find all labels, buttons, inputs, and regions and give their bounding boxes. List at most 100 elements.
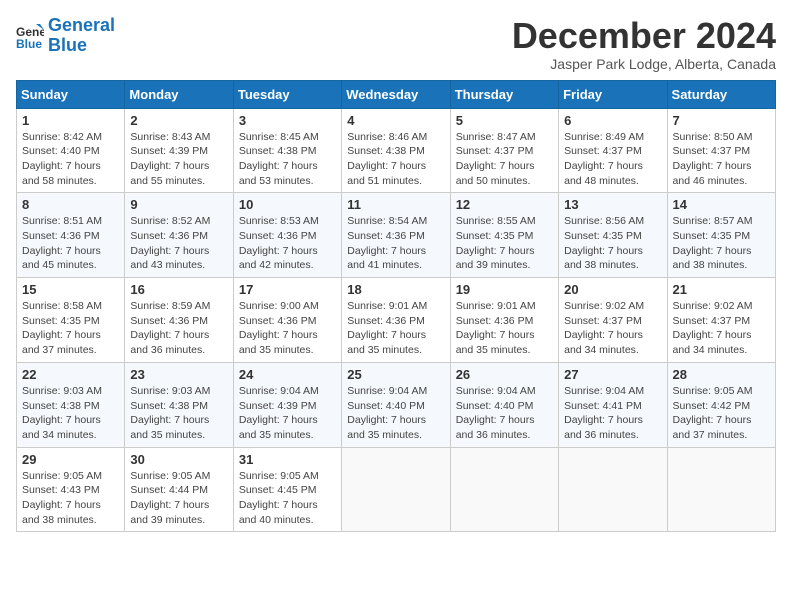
day-number: 30 (130, 452, 227, 467)
logo-line1: General (48, 15, 115, 35)
day-number: 16 (130, 282, 227, 297)
day-cell: 7 Sunrise: 8:50 AM Sunset: 4:37 PM Daylig… (667, 108, 775, 193)
week-row-3: 15 Sunrise: 8:58 AM Sunset: 4:35 PM Dayli… (17, 278, 776, 363)
day-detail: Sunrise: 8:43 AM Sunset: 4:39 PM Dayligh… (130, 130, 227, 189)
day-cell: 3 Sunrise: 8:45 AM Sunset: 4:38 PM Daylig… (233, 108, 341, 193)
day-cell: 17 Sunrise: 9:00 AM Sunset: 4:36 PM Dayli… (233, 278, 341, 363)
day-detail: Sunrise: 8:56 AM Sunset: 4:35 PM Dayligh… (564, 214, 661, 273)
day-cell: 15 Sunrise: 8:58 AM Sunset: 4:35 PM Dayli… (17, 278, 125, 363)
title-block: December 2024 Jasper Park Lodge, Alberta… (512, 16, 776, 72)
day-detail: Sunrise: 9:05 AM Sunset: 4:42 PM Dayligh… (673, 384, 770, 443)
day-number: 17 (239, 282, 336, 297)
day-detail: Sunrise: 8:46 AM Sunset: 4:38 PM Dayligh… (347, 130, 444, 189)
day-cell: 20Sunrise: 9:02 AM Sunset: 4:37 PM Dayli… (559, 278, 667, 363)
day-number: 25 (347, 367, 444, 382)
day-detail: Sunrise: 8:45 AM Sunset: 4:38 PM Dayligh… (239, 130, 336, 189)
calendar-header: SundayMondayTuesdayWednesdayThursdayFrid… (17, 80, 776, 108)
day-cell: 31 Sunrise: 9:05 AM Sunset: 4:45 PM Dayli… (233, 447, 341, 532)
day-cell: 12 Sunrise: 8:55 AM Sunset: 4:35 PM Dayli… (450, 193, 558, 278)
day-cell (342, 447, 450, 532)
day-number: 3 (239, 113, 336, 128)
location: Jasper Park Lodge, Alberta, Canada (512, 56, 776, 72)
week-row-5: 29 Sunrise: 9:05 AM Sunset: 4:43 PM Dayli… (17, 447, 776, 532)
day-cell: 18 Sunrise: 9:01 AM Sunset: 4:36 PM Dayli… (342, 278, 450, 363)
day-detail: Sunrise: 9:05 AM Sunset: 4:43 PM Dayligh… (22, 469, 119, 528)
day-detail: Sunrise: 8:50 AM Sunset: 4:37 PM Dayligh… (673, 130, 770, 189)
day-number: 5 (456, 113, 553, 128)
day-number: 19 (456, 282, 553, 297)
header-thursday: Thursday (450, 80, 558, 108)
day-detail: Sunrise: 8:55 AM Sunset: 4:35 PM Dayligh… (456, 214, 553, 273)
day-detail: Sunrise: 8:51 AM Sunset: 4:36 PM Dayligh… (22, 214, 119, 273)
day-detail: Sunrise: 9:01 AM Sunset: 4:36 PM Dayligh… (456, 299, 553, 358)
week-row-4: 22 Sunrise: 9:03 AM Sunset: 4:38 PM Dayli… (17, 362, 776, 447)
day-detail: Sunrise: 9:02 AM Sunset: 4:37 PM Dayligh… (564, 299, 661, 358)
day-cell: 25 Sunrise: 9:04 AM Sunset: 4:40 PM Dayli… (342, 362, 450, 447)
day-cell: 24Sunrise: 9:04 AM Sunset: 4:39 PM Dayli… (233, 362, 341, 447)
day-number: 22 (22, 367, 119, 382)
week-row-2: 8 Sunrise: 8:51 AM Sunset: 4:36 PM Daylig… (17, 193, 776, 278)
logo: General Blue General Blue (16, 16, 115, 56)
day-cell: 27 Sunrise: 9:04 AM Sunset: 4:41 PM Dayli… (559, 362, 667, 447)
calendar-body: 1 Sunrise: 8:42 AM Sunset: 4:40 PM Daylig… (17, 108, 776, 532)
day-number: 2 (130, 113, 227, 128)
day-number: 24 (239, 367, 336, 382)
logo-line2: Blue (48, 35, 87, 55)
day-cell: 4 Sunrise: 8:46 AM Sunset: 4:38 PM Daylig… (342, 108, 450, 193)
day-detail: Sunrise: 9:00 AM Sunset: 4:36 PM Dayligh… (239, 299, 336, 358)
day-cell: 2 Sunrise: 8:43 AM Sunset: 4:39 PM Daylig… (125, 108, 233, 193)
day-detail: Sunrise: 9:03 AM Sunset: 4:38 PM Dayligh… (130, 384, 227, 443)
day-number: 18 (347, 282, 444, 297)
day-cell: 10Sunrise: 8:53 AM Sunset: 4:36 PM Dayli… (233, 193, 341, 278)
day-detail: Sunrise: 8:53 AM Sunset: 4:36 PM Dayligh… (239, 214, 336, 273)
day-detail: Sunrise: 8:58 AM Sunset: 4:35 PM Dayligh… (22, 299, 119, 358)
day-number: 9 (130, 197, 227, 212)
day-number: 7 (673, 113, 770, 128)
day-cell: 16 Sunrise: 8:59 AM Sunset: 4:36 PM Dayli… (125, 278, 233, 363)
day-number: 31 (239, 452, 336, 467)
day-cell: 23Sunrise: 9:03 AM Sunset: 4:38 PM Dayli… (125, 362, 233, 447)
day-detail: Sunrise: 9:04 AM Sunset: 4:40 PM Dayligh… (347, 384, 444, 443)
header-tuesday: Tuesday (233, 80, 341, 108)
day-detail: Sunrise: 9:04 AM Sunset: 4:41 PM Dayligh… (564, 384, 661, 443)
day-cell: 21Sunrise: 9:02 AM Sunset: 4:37 PM Dayli… (667, 278, 775, 363)
day-number: 13 (564, 197, 661, 212)
day-detail: Sunrise: 9:01 AM Sunset: 4:36 PM Dayligh… (347, 299, 444, 358)
day-number: 8 (22, 197, 119, 212)
day-detail: Sunrise: 8:59 AM Sunset: 4:36 PM Dayligh… (130, 299, 227, 358)
day-detail: Sunrise: 8:54 AM Sunset: 4:36 PM Dayligh… (347, 214, 444, 273)
day-cell: 6 Sunrise: 8:49 AM Sunset: 4:37 PM Daylig… (559, 108, 667, 193)
day-number: 6 (564, 113, 661, 128)
day-cell: 1 Sunrise: 8:42 AM Sunset: 4:40 PM Daylig… (17, 108, 125, 193)
day-cell (450, 447, 558, 532)
day-number: 26 (456, 367, 553, 382)
day-cell: 30Sunrise: 9:05 AM Sunset: 4:44 PM Dayli… (125, 447, 233, 532)
header-friday: Friday (559, 80, 667, 108)
header-monday: Monday (125, 80, 233, 108)
day-number: 4 (347, 113, 444, 128)
day-cell: 14Sunrise: 8:57 AM Sunset: 4:35 PM Dayli… (667, 193, 775, 278)
day-cell: 29 Sunrise: 9:05 AM Sunset: 4:43 PM Dayli… (17, 447, 125, 532)
day-number: 27 (564, 367, 661, 382)
day-number: 12 (456, 197, 553, 212)
svg-text:Blue: Blue (16, 37, 42, 50)
day-cell: 13 Sunrise: 8:56 AM Sunset: 4:35 PM Dayli… (559, 193, 667, 278)
day-number: 15 (22, 282, 119, 297)
day-number: 1 (22, 113, 119, 128)
day-detail: Sunrise: 8:52 AM Sunset: 4:36 PM Dayligh… (130, 214, 227, 273)
day-cell: 26Sunrise: 9:04 AM Sunset: 4:40 PM Dayli… (450, 362, 558, 447)
day-cell (667, 447, 775, 532)
day-cell: 22Sunrise: 9:03 AM Sunset: 4:38 PM Dayli… (17, 362, 125, 447)
day-number: 29 (22, 452, 119, 467)
day-cell: 5Sunrise: 8:47 AM Sunset: 4:37 PM Daylig… (450, 108, 558, 193)
day-number: 28 (673, 367, 770, 382)
logo-icon: General Blue (16, 22, 44, 50)
month-title: December 2024 (512, 16, 776, 56)
day-detail: Sunrise: 8:49 AM Sunset: 4:37 PM Dayligh… (564, 130, 661, 189)
day-detail: Sunrise: 8:57 AM Sunset: 4:35 PM Dayligh… (673, 214, 770, 273)
day-number: 11 (347, 197, 444, 212)
day-number: 21 (673, 282, 770, 297)
day-detail: Sunrise: 9:05 AM Sunset: 4:45 PM Dayligh… (239, 469, 336, 528)
calendar-table: SundayMondayTuesdayWednesdayThursdayFrid… (16, 80, 776, 533)
day-detail: Sunrise: 8:42 AM Sunset: 4:40 PM Dayligh… (22, 130, 119, 189)
